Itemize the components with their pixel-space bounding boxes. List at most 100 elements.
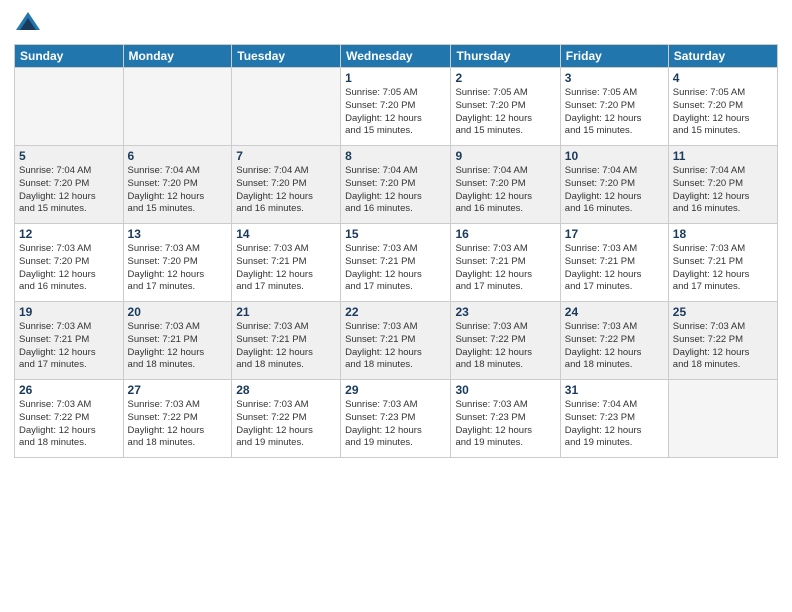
day-number: 3 — [565, 71, 664, 85]
day-info: Sunrise: 7:03 AMSunset: 7:21 PMDaylight:… — [19, 321, 119, 372]
day-number: 17 — [565, 227, 664, 241]
weekday-header-wednesday: Wednesday — [341, 45, 451, 68]
weekday-header-thursday: Thursday — [451, 45, 560, 68]
day-info: Sunrise: 7:03 AMSunset: 7:20 PMDaylight:… — [128, 243, 228, 294]
calendar-week-row: 19 Sunrise: 7:03 AMSunset: 7:21 PMDayligh… — [15, 302, 778, 380]
calendar-cell: 20 Sunrise: 7:03 AMSunset: 7:21 PMDayligh… — [123, 302, 232, 380]
day-number: 26 — [19, 383, 119, 397]
day-info: Sunrise: 7:03 AMSunset: 7:20 PMDaylight:… — [19, 243, 119, 294]
day-number: 18 — [673, 227, 773, 241]
day-number: 1 — [345, 71, 446, 85]
day-info: Sunrise: 7:03 AMSunset: 7:22 PMDaylight:… — [455, 321, 555, 372]
calendar-week-row: 12 Sunrise: 7:03 AMSunset: 7:20 PMDayligh… — [15, 224, 778, 302]
day-number: 27 — [128, 383, 228, 397]
day-info: Sunrise: 7:05 AMSunset: 7:20 PMDaylight:… — [345, 87, 446, 138]
day-number: 4 — [673, 71, 773, 85]
weekday-header-monday: Monday — [123, 45, 232, 68]
day-info: Sunrise: 7:03 AMSunset: 7:22 PMDaylight:… — [236, 399, 336, 450]
day-number: 5 — [19, 149, 119, 163]
calendar-cell: 24Sunrise: 7:03 AMSunset: 7:22 PMDayligh… — [560, 302, 668, 380]
calendar-cell — [15, 68, 124, 146]
day-info: Sunrise: 7:04 AMSunset: 7:20 PMDaylight:… — [673, 165, 773, 216]
day-number: 16 — [455, 227, 555, 241]
weekday-header-sunday: Sunday — [15, 45, 124, 68]
calendar-cell: 6 Sunrise: 7:04 AMSunset: 7:20 PMDaylight… — [123, 146, 232, 224]
calendar-cell: 14 Sunrise: 7:03 AMSunset: 7:21 PMDayligh… — [232, 224, 341, 302]
day-info: Sunrise: 7:04 AMSunset: 7:20 PMDaylight:… — [455, 165, 555, 216]
day-number: 15 — [345, 227, 446, 241]
calendar-cell: 10Sunrise: 7:04 AMSunset: 7:20 PMDayligh… — [560, 146, 668, 224]
calendar-cell: 4 Sunrise: 7:05 AMSunset: 7:20 PMDaylight… — [668, 68, 777, 146]
day-number: 28 — [236, 383, 336, 397]
day-number: 13 — [128, 227, 228, 241]
day-info: Sunrise: 7:04 AMSunset: 7:20 PMDaylight:… — [565, 165, 664, 216]
day-info: Sunrise: 7:03 AMSunset: 7:21 PMDaylight:… — [236, 243, 336, 294]
calendar-table: SundayMondayTuesdayWednesdayThursdayFrid… — [14, 44, 778, 458]
day-number: 22 — [345, 305, 446, 319]
calendar-cell: 25 Sunrise: 7:03 AMSunset: 7:22 PMDayligh… — [668, 302, 777, 380]
calendar-cell: 9 Sunrise: 7:04 AMSunset: 7:20 PMDaylight… — [451, 146, 560, 224]
calendar-cell: 15 Sunrise: 7:03 AMSunset: 7:21 PMDayligh… — [341, 224, 451, 302]
calendar-cell: 7Sunrise: 7:04 AMSunset: 7:20 PMDaylight… — [232, 146, 341, 224]
day-info: Sunrise: 7:03 AMSunset: 7:21 PMDaylight:… — [345, 321, 446, 372]
day-info: Sunrise: 7:04 AMSunset: 7:23 PMDaylight:… — [565, 399, 664, 450]
day-number: 20 — [128, 305, 228, 319]
calendar-cell — [232, 68, 341, 146]
calendar-cell: 5 Sunrise: 7:04 AMSunset: 7:20 PMDaylight… — [15, 146, 124, 224]
calendar-cell: 28 Sunrise: 7:03 AMSunset: 7:22 PMDayligh… — [232, 380, 341, 458]
day-number: 21 — [236, 305, 336, 319]
calendar-cell: 19 Sunrise: 7:03 AMSunset: 7:21 PMDayligh… — [15, 302, 124, 380]
day-number: 14 — [236, 227, 336, 241]
day-info: Sunrise: 7:05 AMSunset: 7:20 PMDaylight:… — [565, 87, 664, 138]
day-number: 12 — [19, 227, 119, 241]
day-number: 30 — [455, 383, 555, 397]
day-info: Sunrise: 7:04 AMSunset: 7:20 PMDaylight:… — [345, 165, 446, 216]
calendar-cell: 17 Sunrise: 7:03 AMSunset: 7:21 PMDayligh… — [560, 224, 668, 302]
day-info: Sunrise: 7:03 AMSunset: 7:22 PMDaylight:… — [673, 321, 773, 372]
calendar-cell: 21Sunrise: 7:03 AMSunset: 7:21 PMDayligh… — [232, 302, 341, 380]
day-number: 9 — [455, 149, 555, 163]
calendar-week-row: 26 Sunrise: 7:03 AMSunset: 7:22 PMDayligh… — [15, 380, 778, 458]
day-number: 2 — [455, 71, 555, 85]
calendar-cell: 2Sunrise: 7:05 AMSunset: 7:20 PMDaylight… — [451, 68, 560, 146]
weekday-header-friday: Friday — [560, 45, 668, 68]
day-info: Sunrise: 7:04 AMSunset: 7:20 PMDaylight:… — [128, 165, 228, 216]
day-info: Sunrise: 7:03 AMSunset: 7:21 PMDaylight:… — [455, 243, 555, 294]
logo-icon — [14, 10, 42, 38]
calendar-cell: 30 Sunrise: 7:03 AMSunset: 7:23 PMDayligh… — [451, 380, 560, 458]
day-number: 25 — [673, 305, 773, 319]
day-info: Sunrise: 7:05 AMSunset: 7:20 PMDaylight:… — [673, 87, 773, 138]
day-number: 6 — [128, 149, 228, 163]
calendar-cell: 1 Sunrise: 7:05 AMSunset: 7:20 PMDaylight… — [341, 68, 451, 146]
logo — [14, 10, 46, 38]
day-info: Sunrise: 7:04 AMSunset: 7:20 PMDaylight:… — [236, 165, 336, 216]
calendar-cell: 31Sunrise: 7:04 AMSunset: 7:23 PMDayligh… — [560, 380, 668, 458]
calendar-cell: 16 Sunrise: 7:03 AMSunset: 7:21 PMDayligh… — [451, 224, 560, 302]
calendar-cell: 3 Sunrise: 7:05 AMSunset: 7:20 PMDaylight… — [560, 68, 668, 146]
calendar-cell: 26Sunrise: 7:03 AMSunset: 7:22 PMDayligh… — [15, 380, 124, 458]
day-info: Sunrise: 7:03 AMSunset: 7:22 PMDaylight:… — [128, 399, 228, 450]
calendar-cell: 23 Sunrise: 7:03 AMSunset: 7:22 PMDayligh… — [451, 302, 560, 380]
day-info: Sunrise: 7:03 AMSunset: 7:23 PMDaylight:… — [345, 399, 446, 450]
day-info: Sunrise: 7:03 AMSunset: 7:22 PMDaylight:… — [565, 321, 664, 372]
day-info: Sunrise: 7:03 AMSunset: 7:21 PMDaylight:… — [345, 243, 446, 294]
day-number: 29 — [345, 383, 446, 397]
day-info: Sunrise: 7:03 AMSunset: 7:23 PMDaylight:… — [455, 399, 555, 450]
weekday-header-saturday: Saturday — [668, 45, 777, 68]
calendar-cell: 27 Sunrise: 7:03 AMSunset: 7:22 PMDayligh… — [123, 380, 232, 458]
day-info: Sunrise: 7:03 AMSunset: 7:21 PMDaylight:… — [565, 243, 664, 294]
calendar-cell: 8Sunrise: 7:04 AMSunset: 7:20 PMDaylight… — [341, 146, 451, 224]
calendar-cell: 12 Sunrise: 7:03 AMSunset: 7:20 PMDayligh… — [15, 224, 124, 302]
calendar-cell: 22 Sunrise: 7:03 AMSunset: 7:21 PMDayligh… — [341, 302, 451, 380]
day-number: 23 — [455, 305, 555, 319]
weekday-header-tuesday: Tuesday — [232, 45, 341, 68]
day-info: Sunrise: 7:03 AMSunset: 7:21 PMDaylight:… — [128, 321, 228, 372]
calendar-cell — [123, 68, 232, 146]
day-info: Sunrise: 7:04 AMSunset: 7:20 PMDaylight:… — [19, 165, 119, 216]
calendar-week-row: 5 Sunrise: 7:04 AMSunset: 7:20 PMDaylight… — [15, 146, 778, 224]
calendar-cell — [668, 380, 777, 458]
day-number: 19 — [19, 305, 119, 319]
page: SundayMondayTuesdayWednesdayThursdayFrid… — [0, 0, 792, 612]
day-info: Sunrise: 7:03 AMSunset: 7:21 PMDaylight:… — [673, 243, 773, 294]
calendar-cell: 29 Sunrise: 7:03 AMSunset: 7:23 PMDayligh… — [341, 380, 451, 458]
